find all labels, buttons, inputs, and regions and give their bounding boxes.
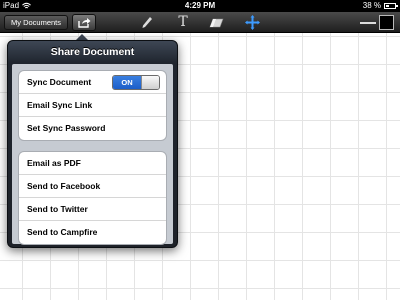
send-to-facebook-row[interactable]: Send to Facebook [19,175,166,198]
email-sync-link-label: Email Sync Link [27,100,93,110]
set-sync-password-label: Set Sync Password [27,123,106,133]
battery-percent: 38 % [362,1,381,10]
popover-title: Share Document [50,46,135,58]
send-to-facebook-label: Send to Facebook [27,181,101,191]
send-to-campfire-row[interactable]: Send to Campfire [19,221,166,244]
eraser-icon [209,18,223,27]
share-popover: Share Document Sync Document ON Email Sy… [7,40,178,248]
status-right: 38 % [362,0,398,12]
sync-toggle-knob[interactable] [141,76,159,89]
set-sync-password-row[interactable]: Set Sync Password [19,117,166,140]
send-to-twitter-label: Send to Twitter [27,204,88,214]
text-tool-icon: T [178,14,188,30]
sync-toggle-on-label: ON [113,76,141,89]
text-tool-button[interactable]: T [175,15,191,30]
stroke-width-indicator[interactable] [360,22,376,24]
sync-options-group: Sync Document ON Email Sync Link Set Syn… [18,70,167,141]
sync-document-row: Sync Document ON [19,71,166,94]
move-tool-button[interactable] [244,15,260,30]
sync-document-label: Sync Document [27,77,92,87]
battery-icon [384,3,398,9]
status-bar: iPad 4:29 PM 38 % [0,0,400,12]
share-arrow-icon [77,18,90,28]
my-documents-button[interactable]: My Documents [4,15,68,30]
toolbar: My Documents T [0,12,400,33]
eraser-tool-button[interactable] [208,15,224,30]
email-as-pdf-row[interactable]: Email as PDF [19,152,166,175]
share-options-group: Email as PDF Send to Facebook Send to Tw… [18,151,167,245]
move-cross-icon [244,15,260,30]
pencil-tool-button[interactable] [139,15,155,30]
send-to-campfire-label: Send to Campfire [27,227,98,237]
pencil-icon [142,17,152,28]
share-button[interactable] [72,14,96,31]
color-swatch[interactable] [379,15,394,30]
sync-toggle[interactable]: ON [112,75,160,90]
send-to-twitter-row[interactable]: Send to Twitter [19,198,166,221]
popover-content: Sync Document ON Email Sync Link Set Syn… [12,64,173,245]
status-time: 4:29 PM [184,1,216,10]
email-as-pdf-label: Email as PDF [27,158,81,168]
email-sync-link-row[interactable]: Email Sync Link [19,94,166,117]
